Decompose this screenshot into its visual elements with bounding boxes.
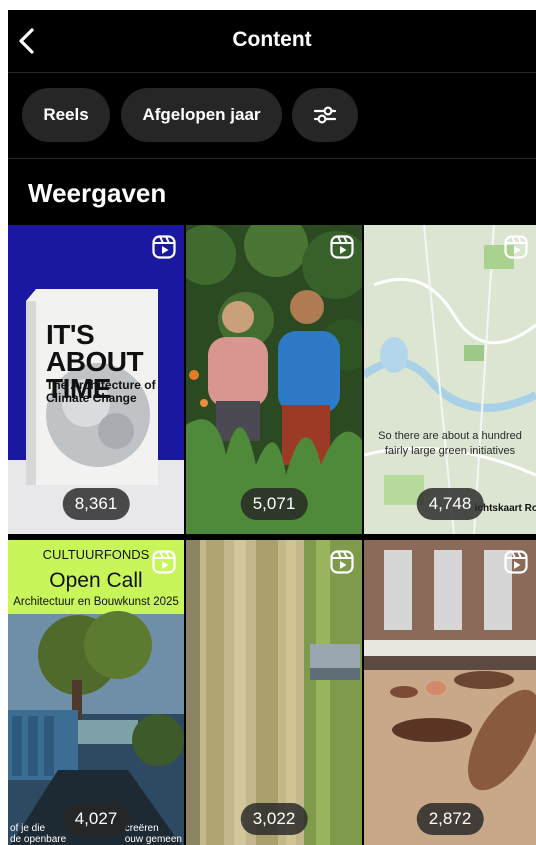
reels-icon xyxy=(152,235,176,259)
screen: Content Reels Afgelopen jaar Weergaven I… xyxy=(8,10,536,845)
filter-settings-button[interactable] xyxy=(292,88,358,142)
book-subtitle: The Architecture of Climate Change xyxy=(46,378,156,405)
period-filter-chip[interactable]: Afgelopen jaar xyxy=(121,88,282,142)
view-count: 4,027 xyxy=(62,803,130,835)
reel-tile[interactable]: CULTUURFONDS Open Call Architectuur en B… xyxy=(8,540,184,845)
reels-icon xyxy=(152,550,176,574)
footer-right-text: creëren ouw gemeen xyxy=(124,823,182,845)
header-divider xyxy=(8,72,536,73)
map-label: ichtskaart Ro xyxy=(474,503,536,514)
reels-icon xyxy=(504,235,528,259)
subheadline: Architectuur en Bouwkunst 2025 xyxy=(13,596,179,608)
footer-left-text: of je die de openbare xyxy=(10,823,67,845)
view-count: 5,071 xyxy=(240,488,308,520)
reel-tile[interactable]: 2,872 xyxy=(364,540,536,845)
sliders-icon xyxy=(313,106,337,124)
reel-tile[interactable]: 3,022 xyxy=(186,540,362,845)
filter-divider xyxy=(8,158,536,159)
curtain-photo xyxy=(186,540,362,845)
reels-filter-chip[interactable]: Reels xyxy=(22,88,110,142)
view-count: 2,872 xyxy=(416,803,484,835)
reels-icon xyxy=(504,550,528,574)
view-count: 4,748 xyxy=(416,488,484,520)
reel-tile[interactable]: So there are about a hundred fairly larg… xyxy=(364,225,536,534)
top-bar: Content xyxy=(8,10,536,72)
windowsill-photo xyxy=(364,540,536,845)
section-title: Weergaven xyxy=(28,178,167,208)
page-title: Content xyxy=(232,28,312,51)
reel-tile[interactable]: 5,071 xyxy=(186,225,362,534)
reels-icon xyxy=(330,235,354,259)
reels-icon xyxy=(330,550,354,574)
view-count: 3,022 xyxy=(240,803,308,835)
view-count: 8,361 xyxy=(62,488,130,520)
reel-tile[interactable]: IT'S ABOUT TIME The Architecture of Clim… xyxy=(8,225,184,534)
map-caption: So there are about a hundred fairly larg… xyxy=(378,430,522,457)
